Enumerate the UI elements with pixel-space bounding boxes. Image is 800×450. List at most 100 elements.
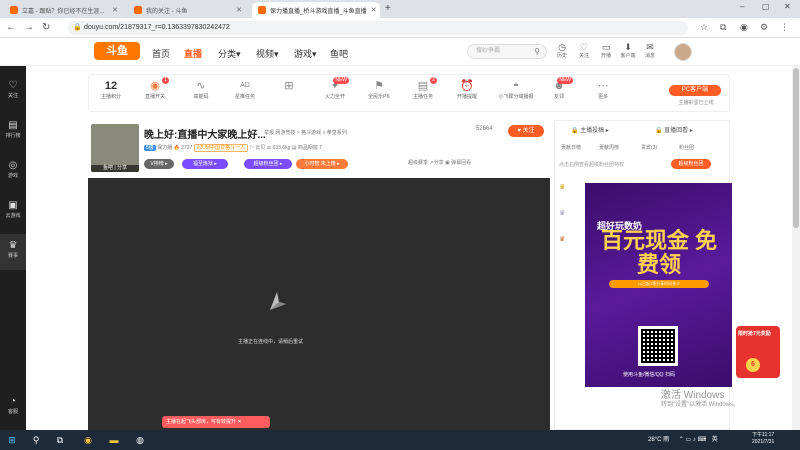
tab-vip[interactable]: 贵宾(3) [641, 144, 657, 151]
nav-home[interactable]: 首页 [152, 47, 170, 60]
feature-reminder[interactable]: ⏰ 开播提醒 [447, 79, 487, 100]
sidebar-item-events[interactable]: ♛ 赛事 [0, 234, 26, 270]
ad-icon: AD [240, 82, 250, 89]
activate-windows-sub: 转到“设置”以激活 Windows。 [661, 402, 740, 408]
task-view-icon[interactable]: ⧉ [52, 433, 68, 447]
reload-icon[interactable]: ↻ [42, 22, 50, 33]
ad-subtitle: 11日起1等分享时间多少 [609, 280, 709, 288]
feature-gift[interactable]: ⊞ [269, 79, 309, 93]
search-input[interactable]: 搜纱争霸 ⚲ [467, 44, 547, 59]
page-scrollbar[interactable] [792, 66, 800, 430]
start-live-button[interactable]: ▭ 开播 [597, 42, 615, 59]
browser-tab-active[interactable]: 保力播直播_桥斗游戏直播_斗鱼直播 ✕ [252, 2, 380, 18]
menu-icon[interactable]: ⋮ [780, 22, 789, 33]
nav-fishbar[interactable]: 鱼吧 [330, 47, 348, 60]
minimize-button[interactable]: – [740, 2, 744, 11]
extensions-icon[interactable]: ⧉ [720, 22, 726, 33]
feature-ufo[interactable]: ◓ 小飞碟分域播报 [491, 79, 541, 100]
settings-icon[interactable]: ⚙ [760, 22, 768, 33]
sidebar-item-ranking[interactable]: ▤ 排行榜 [0, 120, 26, 139]
close-window-button[interactable]: ✕ [784, 2, 791, 11]
floating-gift-widget[interactable]: 限时抢7元奖励 6 [736, 326, 780, 378]
more-icon: ⋯ [597, 80, 609, 92]
promo-tip-banner[interactable]: 主播在起飞头部房，可有效提升 ✕ [162, 416, 270, 428]
url-field[interactable]: 🔒 douyu.com/21879317_r=0.136339783024247… [68, 21, 688, 35]
anchor-name[interactable]: 保力播 🔥 2727 [157, 145, 192, 151]
category-breadcrumb[interactable]: 举报 网游竞技 > 格斗游戏 > 拳皇系列 [264, 129, 347, 136]
follow-button[interactable]: ♥ 关注 [508, 125, 544, 137]
promo-popup-ad[interactable]: 超好玩数奶 百元现金 免费领 11日起1等分享时间多少 使用斗鱼/微信/QQ 扫… [585, 183, 732, 387]
level-number: 12 [104, 80, 118, 92]
count-badge: 1 [162, 77, 169, 84]
search-icon[interactable]: ⚲ [534, 45, 540, 58]
search-icon[interactable]: ⚲ [28, 433, 44, 447]
share-actions[interactable]: 超级赛季 ↗分享 ▣ 弹幕回看 [408, 159, 471, 166]
feature-toolbar: 12 主播积分 ◉ 直播开关 1 ∿ 高能码 AD 星推任务 ⊞ ✦ 火力全开 NEW ⚑ 全民… [88, 74, 730, 112]
feature-neighbors[interactable]: ☻ 友邻 NEW [539, 77, 579, 100]
feature-pk[interactable]: ⚑ 全民乐PK [359, 79, 399, 100]
new-badge: NEW [557, 77, 573, 84]
feature-star-task[interactable]: AD 星推任务 [225, 79, 265, 100]
feature-live-switch[interactable]: ◉ 直播开关 1 [135, 77, 175, 100]
fan-club-button[interactable]: 超级粉丝团 [671, 159, 711, 169]
history-label: 历史 [556, 53, 567, 59]
tab-daily-rank[interactable]: 贡献日榜 [561, 144, 581, 151]
close-tab-icon[interactable]: ✕ [367, 6, 377, 14]
waveform-icon: ∿ [196, 80, 206, 92]
vip-rank-pill[interactable]: V排榜 ▸ [144, 159, 174, 169]
star-icon[interactable]: ☆ [700, 22, 708, 33]
folder-icon[interactable]: ▬ [106, 433, 122, 447]
douyu-logo[interactable]: 斗鱼 [94, 42, 140, 60]
feature-fire[interactable]: ✦ 火力全开 NEW [315, 77, 355, 100]
nav-live[interactable]: 直播 [184, 47, 202, 60]
close-tab-icon[interactable]: ✕ [108, 6, 118, 14]
follow-header-button[interactable]: ♡ 关注 [575, 42, 593, 59]
browser-tab[interactable]: 我的关注 - 斗鱼 ✕ [128, 2, 248, 18]
nav-game[interactable]: 游戏▾ [294, 47, 317, 60]
messages-button[interactable]: ✉ 消息 [641, 42, 659, 59]
feature-highlight[interactable]: ∿ 高能码 [181, 79, 221, 100]
client-download-button[interactable]: ⬇ 客户端 [619, 42, 637, 59]
scroll-thumb[interactable] [793, 68, 799, 228]
user-avatar[interactable] [674, 43, 692, 61]
tab-weekly-rank[interactable]: 贡献周榜 [599, 144, 619, 151]
new-badge: NEW [333, 77, 349, 84]
close-tab-icon[interactable]: ✕ [232, 6, 242, 14]
system-clock[interactable]: 下午11:17 2021/7/31 [752, 432, 774, 446]
sidebar-item-follow[interactable]: ♡ 关注 [0, 80, 26, 99]
anchor-points[interactable]: 12 主播积分 [91, 79, 131, 100]
headset-icon: ◔ [9, 396, 17, 407]
profile-icon[interactable]: ◉ [740, 22, 748, 33]
sidebar-item-games[interactable]: ◎ 游戏 [0, 160, 26, 179]
lock-icon: 🔒 [73, 24, 82, 31]
nav-video[interactable]: 视频▾ [256, 47, 279, 60]
hourly-rank-pill[interactable]: 小时榜 未上榜 ▸ [296, 159, 348, 169]
app-icon[interactable]: ◍ [132, 433, 148, 447]
trophy-icon: ♛ [8, 240, 18, 251]
history-button[interactable]: ◷ 历史 [553, 42, 571, 59]
browser-tab[interactable]: 立嘉 - 跟贴？你已经不在生涯... ✕ [4, 2, 124, 18]
rank-badge[interactable]: 02UM中国爱格斗一人 [193, 144, 249, 152]
sidebar-item-cloud-games[interactable]: ▣ 云游戏 [0, 200, 26, 219]
video-player[interactable]: 主播正在连线中，请稍后重试 [88, 178, 550, 430]
forward-icon[interactable]: → [24, 22, 34, 33]
system-tray[interactable]: 28°C 雨 ⌃ ▭ ♪ ⌨ 英 [648, 434, 718, 443]
tab-replay[interactable]: 🔒 直播回看 ▸ [655, 125, 693, 134]
chrome-icon[interactable]: ◉ [80, 433, 96, 447]
level-badge: 5级 [144, 145, 156, 151]
pc-client-button[interactable]: PC客户端 [669, 85, 721, 96]
back-icon[interactable]: ← [6, 22, 16, 33]
new-tab-button[interactable]: + [385, 3, 391, 14]
site-favicon [258, 6, 266, 14]
feature-more[interactable]: ⋯ 更多 [583, 79, 623, 100]
fan-club-pill[interactable]: 超级粉丝团 ▸ [244, 159, 292, 169]
nav-category[interactable]: 分类▾ [218, 47, 241, 60]
tab-fan-club[interactable]: 粉丝团 [679, 144, 694, 151]
challenge-pill[interactable]: 福至炼狱 ▸ [182, 159, 228, 169]
maximize-button[interactable]: ▢ [762, 2, 770, 11]
anchor-avatar[interactable]: 鱼吧 | 分享 [91, 124, 139, 172]
feature-anchor-task[interactable]: ▤ 主播任务 2 [403, 77, 443, 100]
tab-anchor-posts[interactable]: 🔒 主播投稿 ▸ [571, 125, 609, 134]
sidebar-item-support[interactable]: ◔ 客服 [0, 396, 26, 415]
windows-start-icon[interactable]: ⊞ [4, 433, 20, 447]
